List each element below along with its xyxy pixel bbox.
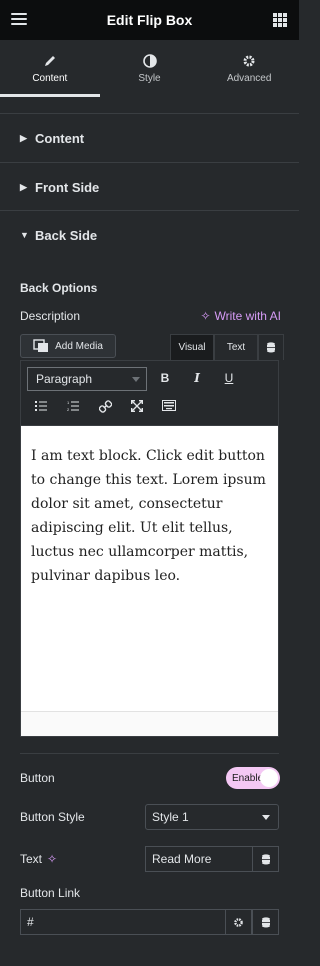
bullet-list-button[interactable]	[31, 400, 51, 414]
media-icon	[33, 339, 49, 352]
tab-style[interactable]: Style	[100, 40, 200, 97]
text-label-row: Text ✧	[20, 852, 57, 866]
add-media-button[interactable]: Add Media	[20, 334, 116, 358]
chevron-down-icon	[132, 377, 140, 382]
numbered-list-icon: 12	[67, 400, 79, 412]
description-label: Description	[20, 309, 81, 323]
underline-button[interactable]: U	[219, 371, 239, 385]
tab-style-label: Style	[138, 72, 161, 84]
editor-toolbar: Paragraph B I U 12	[20, 360, 279, 425]
toggle-label: Enable	[232, 772, 264, 784]
hamburger-menu-icon[interactable]	[11, 13, 27, 26]
tab-advanced-label: Advanced	[226, 72, 272, 84]
button-link-label: Button Link	[20, 886, 81, 900]
sparkle-icon[interactable]: ✧	[47, 852, 57, 866]
apps-grid-icon[interactable]	[273, 13, 287, 27]
gear-icon	[234, 917, 243, 927]
section-front-side-label: Front Side	[35, 179, 100, 195]
svg-text:1: 1	[67, 400, 70, 405]
keyboard-icon	[162, 400, 176, 411]
tab-text[interactable]: Text	[214, 334, 258, 360]
section-content-label: Content	[35, 130, 85, 146]
bold-button[interactable]: B	[155, 371, 175, 385]
numbered-list-button[interactable]: 12	[63, 400, 83, 414]
toolbar-toggle-button[interactable]	[159, 400, 179, 414]
editor-mode-tabs: Visual Text	[170, 334, 284, 360]
link-options-button[interactable]	[225, 909, 252, 935]
tab-content-label: Content	[32, 72, 68, 84]
dynamic-tags-button[interactable]	[252, 909, 279, 935]
button-link-input[interactable]: #	[20, 909, 226, 935]
divider	[20, 753, 279, 754]
text-editor[interactable]: I am text block. Click edit button to ch…	[20, 425, 279, 737]
chevron-down-icon	[262, 815, 270, 820]
section-back-side[interactable]: ▼ Back Side	[0, 210, 299, 259]
write-with-ai-button[interactable]: ✧ Write with AI	[200, 309, 281, 323]
editor-resize-bar[interactable]	[21, 711, 278, 736]
gear-icon	[243, 55, 255, 66]
database-icon	[261, 853, 270, 864]
fullscreen-button[interactable]	[127, 400, 147, 415]
editor-content[interactable]: I am text block. Click edit button to ch…	[31, 444, 271, 588]
dynamic-tags-button[interactable]	[258, 334, 284, 360]
database-icon	[267, 342, 275, 353]
link-button[interactable]	[95, 400, 115, 416]
back-options-heading: Back Options	[20, 281, 98, 295]
link-icon	[98, 400, 112, 413]
section-content[interactable]: ▶ Content	[0, 113, 299, 162]
section-back-side-label: Back Side	[35, 227, 98, 243]
contrast-icon	[142, 53, 157, 68]
tab-visual[interactable]: Visual	[170, 334, 214, 360]
tab-advanced[interactable]: Advanced	[199, 40, 299, 97]
caret-down-icon: ▼	[20, 230, 29, 240]
toggle-knob	[260, 769, 278, 787]
panel-tabs: Content Style Advanced	[0, 40, 299, 97]
button-style-value: Style 1	[152, 810, 189, 824]
tab-content[interactable]: Content	[0, 40, 100, 97]
format-select-value: Paragraph	[36, 372, 93, 386]
button-style-label: Button Style	[20, 810, 85, 824]
bullet-list-icon	[35, 401, 47, 411]
button-style-select[interactable]: Style 1	[145, 804, 279, 830]
dynamic-tags-button[interactable]	[252, 846, 279, 872]
caret-right-icon: ▶	[20, 181, 27, 192]
add-media-label: Add Media	[55, 340, 103, 352]
fullscreen-icon	[131, 400, 143, 412]
text-label: Text	[20, 852, 43, 866]
sparkle-icon: ✧	[200, 309, 211, 323]
write-with-ai-label: Write with AI	[214, 309, 281, 323]
caret-right-icon: ▶	[20, 132, 27, 143]
button-text-input[interactable]: Read More	[145, 846, 253, 872]
format-select[interactable]: Paragraph	[27, 367, 147, 391]
italic-button[interactable]: I	[187, 371, 207, 385]
top-bar: Edit Flip Box	[0, 0, 299, 40]
svg-text:2: 2	[67, 407, 70, 411]
section-front-side[interactable]: ▶ Front Side	[0, 162, 299, 211]
database-icon	[261, 916, 270, 927]
panel-title: Edit Flip Box	[106, 12, 193, 28]
pencil-icon	[44, 55, 55, 66]
button-label: Button	[20, 771, 55, 785]
button-enable-toggle[interactable]: Enable	[226, 767, 280, 789]
